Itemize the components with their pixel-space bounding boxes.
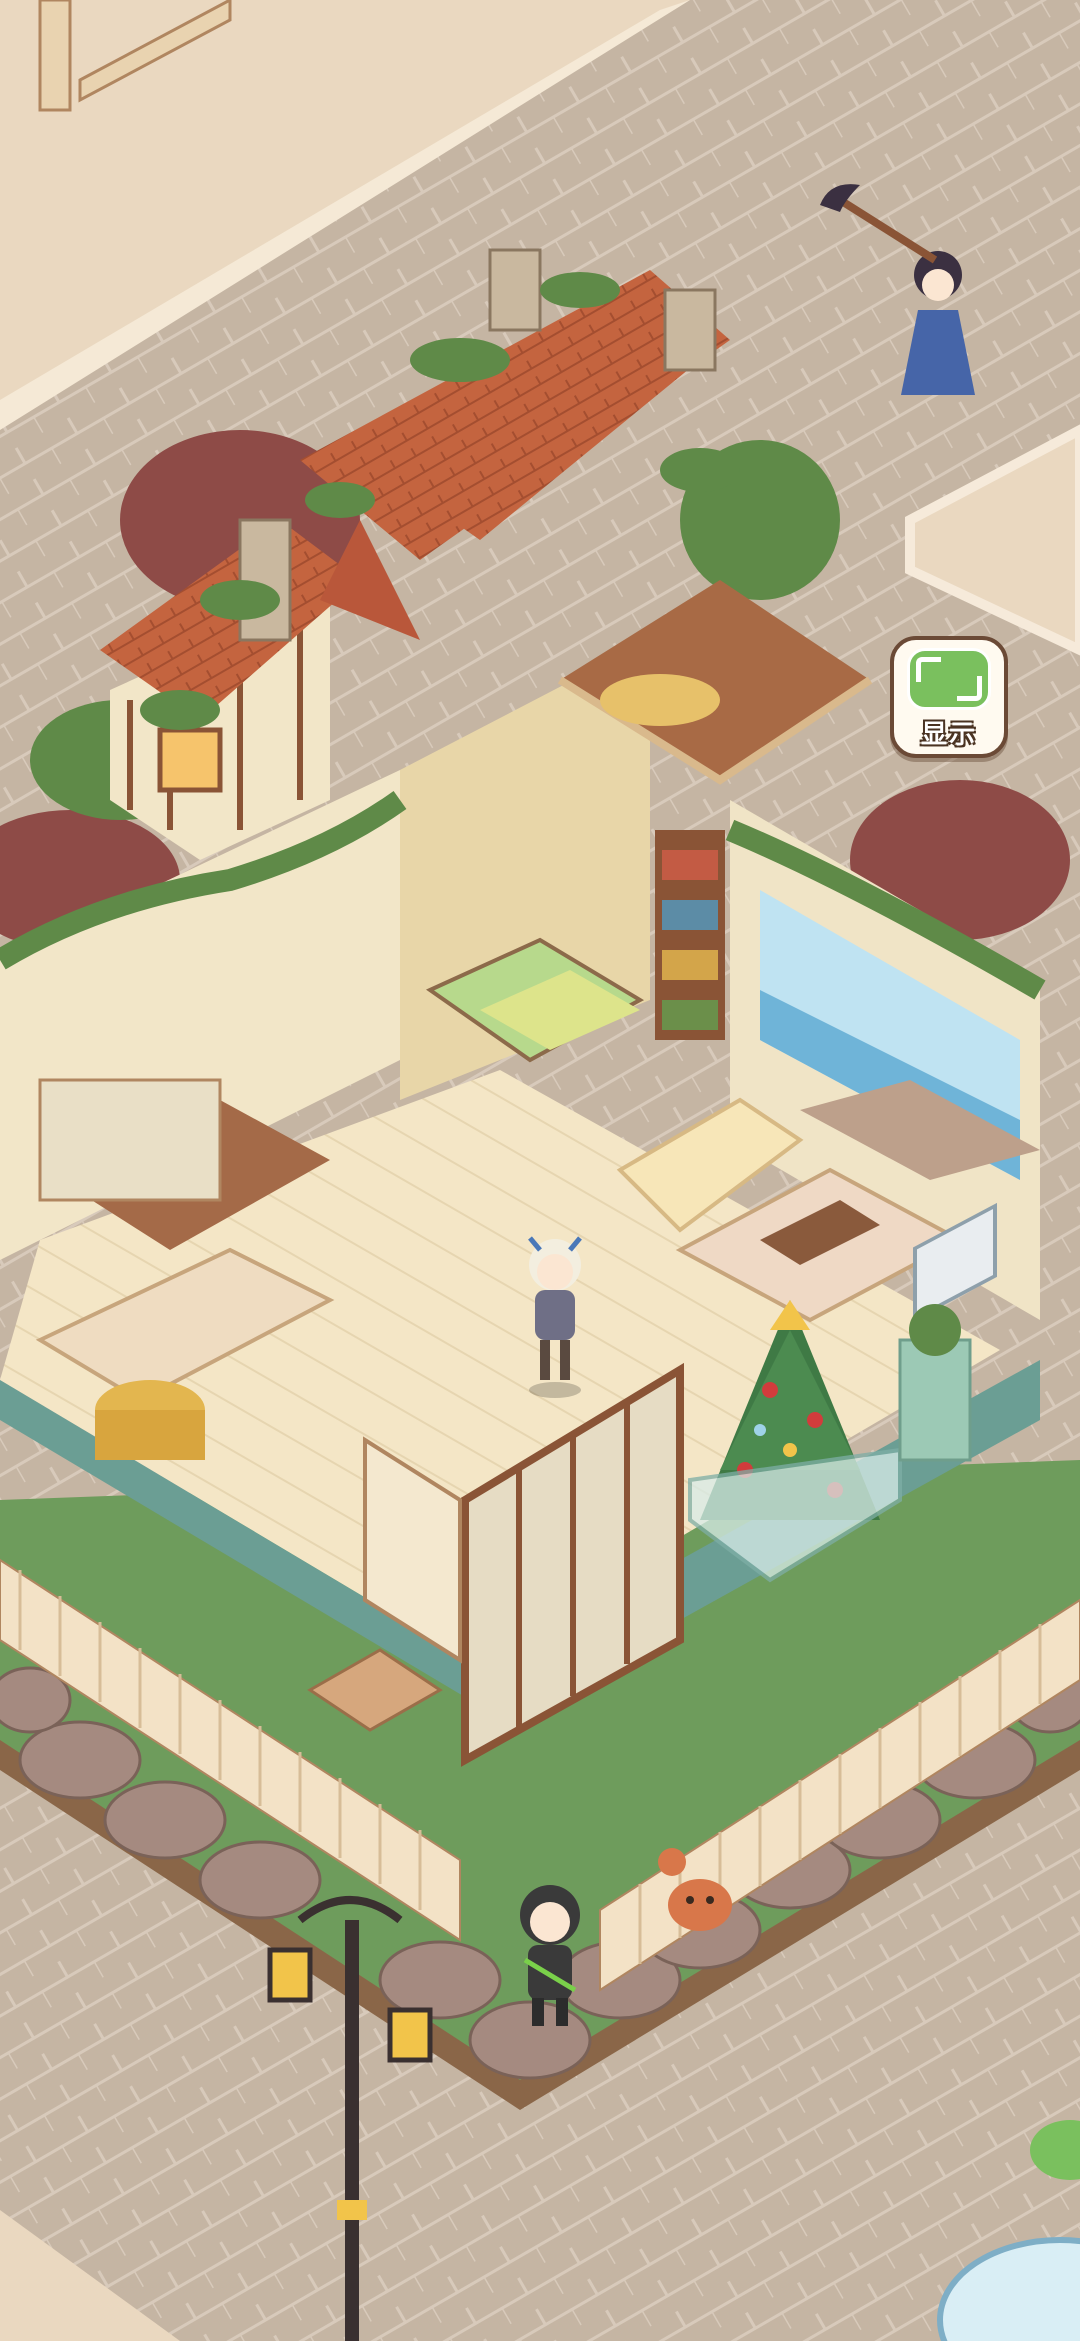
display-button-label: 显示 bbox=[920, 720, 977, 750]
display-button[interactable]: 显示 bbox=[890, 636, 1008, 758]
table-cloth bbox=[95, 1410, 205, 1460]
chimney-1 bbox=[238, 518, 292, 642]
plant-shelf bbox=[898, 1338, 972, 1462]
upper-window bbox=[157, 727, 223, 793]
potted-plant bbox=[909, 1304, 961, 1356]
green-frame-icon bbox=[907, 648, 991, 710]
chimney-3 bbox=[663, 288, 717, 372]
kitchen-cabinets bbox=[38, 1078, 222, 1202]
game-scene[interactable] bbox=[0, 0, 1080, 2341]
chimney-2 bbox=[488, 248, 542, 332]
terrace-rug bbox=[600, 674, 720, 726]
